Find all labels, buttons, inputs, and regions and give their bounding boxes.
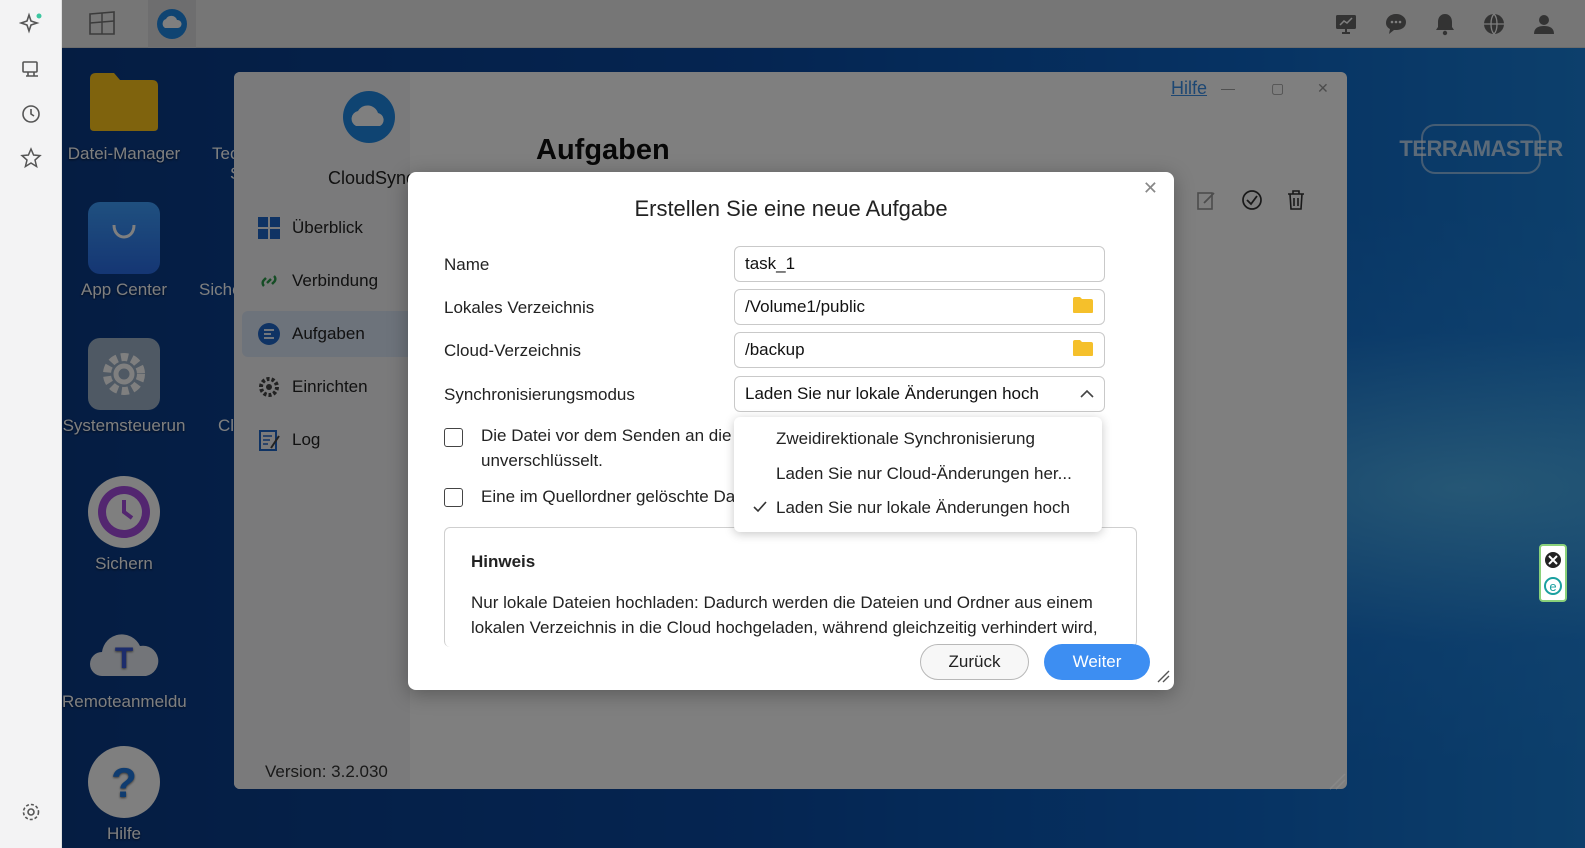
device-icon[interactable]	[19, 58, 43, 82]
settings-icon[interactable]	[19, 800, 43, 824]
clock-icon[interactable]	[19, 102, 43, 126]
close-icon[interactable]: ✕	[1143, 178, 1158, 199]
name-input[interactable]: task_1	[734, 246, 1105, 282]
next-button[interactable]: Weiter	[1044, 644, 1150, 680]
chevron-up-icon	[1080, 384, 1094, 404]
sparkle-icon[interactable]	[19, 12, 43, 36]
edge-widget[interactable]: e	[1539, 544, 1567, 602]
hint-title: Hinweis	[471, 552, 536, 571]
window-resize-icon[interactable]	[1328, 772, 1346, 795]
dialog-title: Erstellen Sie eine neue Aufgabe	[634, 196, 948, 221]
delete-sync-checkbox[interactable]	[444, 488, 463, 507]
option-bidirectional[interactable]: Zweidirektionale Synchronisierung	[734, 422, 1102, 456]
system-rail	[0, 0, 62, 848]
local-dir-label: Lokales Verzeichnis	[444, 298, 595, 317]
folder-icon[interactable]	[1072, 339, 1094, 362]
sync-mode-select[interactable]: Laden Sie nur lokale Änderungen hoch	[734, 376, 1105, 412]
check-icon	[752, 499, 768, 520]
encrypt-checkbox[interactable]	[444, 428, 463, 447]
local-dir-input[interactable]: /Volume1/public	[734, 289, 1105, 325]
sync-mode-dropdown: Zweidirektionale Synchronisierung Laden …	[734, 417, 1102, 532]
encrypt-checkbox-label: Die Datei vor dem Senden an die unversch…	[481, 426, 732, 470]
delete-sync-checkbox-label: Eine im Quellordner gelöschte Da	[481, 487, 736, 506]
sync-mode-label: Synchronisierungsmodus	[444, 385, 635, 404]
option-download-cloud[interactable]: Laden Sie nur Cloud-Änderungen her...	[734, 457, 1102, 491]
svg-text:e: e	[1549, 579, 1556, 594]
back-button[interactable]: Zurück	[920, 644, 1029, 680]
name-label: Name	[444, 255, 490, 274]
cloud-dir-label: Cloud-Verzeichnis	[444, 341, 582, 360]
hint-text: Nur lokale Dateien hochladen: Dadurch we…	[471, 593, 1098, 637]
option-upload-local[interactable]: Laden Sie nur lokale Änderungen hoch	[734, 491, 1102, 525]
cloud-dir-input[interactable]: /backup	[734, 332, 1105, 368]
star-icon[interactable]	[19, 146, 43, 170]
resize-handle-icon[interactable]	[1156, 669, 1170, 688]
folder-icon[interactable]	[1072, 296, 1094, 319]
hint-box: Hinweis Nur lokale Dateien hochladen: Da…	[444, 527, 1137, 647]
